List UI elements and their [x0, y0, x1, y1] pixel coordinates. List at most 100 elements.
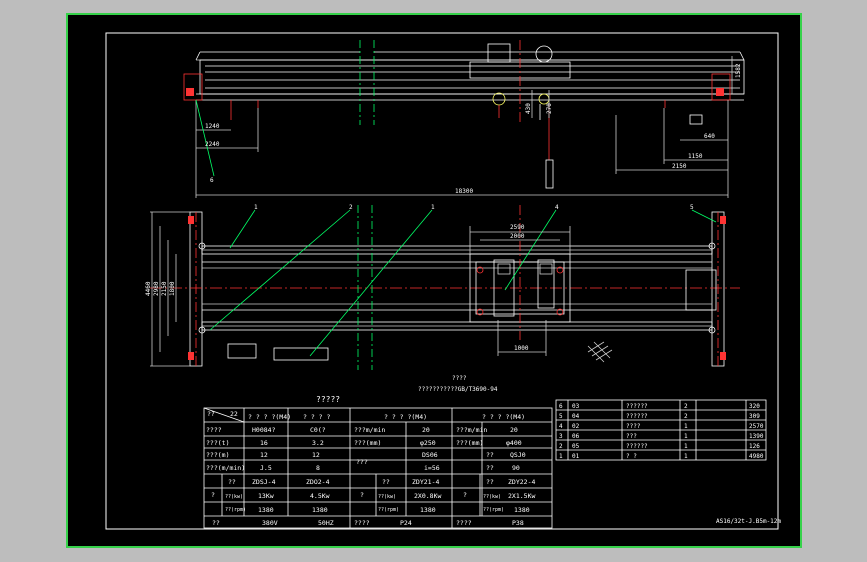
cell: 20 [510, 426, 518, 434]
cell: 1 [684, 453, 688, 460]
cell: P38 [512, 519, 524, 527]
cell: 1 [559, 453, 563, 460]
cell: ??? [626, 433, 637, 440]
cell: 20 [422, 426, 430, 434]
cell: 06 [572, 433, 580, 440]
cell: 50HZ [318, 519, 334, 527]
cell: 1 [684, 433, 688, 440]
cell: ???(t) [206, 439, 229, 447]
cell: ???m/min [354, 426, 385, 434]
cell: ???? [626, 423, 641, 430]
dim-2150: 2150 [672, 163, 687, 170]
cell: 380V [262, 519, 278, 527]
th-col-3: ? ? ? ? [303, 413, 330, 421]
cell: ??? [356, 458, 368, 466]
cell: ? [211, 491, 215, 499]
callout-1a: 1 [254, 204, 258, 211]
cell: ??(kw) [378, 494, 396, 500]
cell: ??(rpm) [378, 507, 399, 513]
dim-4460: 4460 [145, 281, 152, 296]
cell: 12 [312, 451, 320, 459]
cell: ???(mm) [456, 439, 483, 447]
cad-viewport: 1240 2240 18300 640 1150 2150 1582 430 2… [0, 0, 867, 562]
cell: ???? [456, 519, 472, 527]
dim-430: 430 [525, 103, 532, 114]
cell: C0(? [310, 426, 326, 434]
cell: 1 [684, 443, 688, 450]
cell: 6 [559, 403, 563, 410]
cell: 1390 [749, 433, 764, 440]
parts-list-text: 6 03 ?????? 2 320 5 04 ?????? 2 309 4 02… [559, 403, 764, 460]
cell: 03 [572, 403, 580, 410]
cell: ?? [212, 519, 220, 527]
cell: φ250 [420, 439, 436, 447]
cell: P24 [400, 519, 412, 527]
cell: 2 [684, 403, 688, 410]
cell: 2570 [749, 423, 764, 430]
cell: 16 [260, 439, 268, 447]
cell: ? ? [626, 453, 637, 460]
callout-6: 6 [210, 177, 214, 184]
cell: ???m/min [456, 426, 487, 434]
cell: J.5 [260, 464, 272, 472]
dim-1240: 1240 [205, 123, 220, 130]
cell: 5 [559, 413, 563, 420]
dim-1150: 1150 [688, 153, 703, 160]
cell: ???? [206, 426, 222, 434]
cell: ???(m/min) [206, 464, 245, 472]
dim-2240: 2240 [205, 141, 220, 148]
dim-1800: 1800 [169, 281, 176, 296]
dim-1000: 1000 [514, 345, 529, 352]
cell: 04 [572, 413, 580, 420]
subtitle-b: ???????????GB/T3690-94 [418, 386, 498, 393]
cell: 3.2 [312, 439, 324, 447]
cell: ? [360, 491, 364, 499]
cell: ???(mm) [354, 439, 381, 447]
cell: ?? [486, 464, 494, 472]
cell: ?????? [626, 413, 648, 420]
cell: φ400 [506, 439, 522, 447]
cell: 90 [512, 464, 520, 472]
elevation-view [183, 40, 745, 198]
th-col-2: ? ? ? ?(M4) [248, 413, 291, 421]
cell: 3 [559, 433, 563, 440]
th-col-1: ?? [207, 410, 215, 418]
cell: ??(rpm) [483, 507, 504, 513]
cell: ZDY21-4 [412, 478, 439, 486]
cell: ?? [486, 451, 494, 459]
cell: ???(m) [206, 451, 229, 459]
subtitle-a: ???? [452, 375, 467, 382]
cell: 2X0.8Kw [414, 492, 441, 500]
cell: 13Kw [258, 492, 274, 500]
cell: ??(kw) [483, 494, 501, 500]
cell: 1380 [514, 506, 530, 514]
plan-view [150, 205, 740, 370]
cell: DS06 [422, 451, 438, 459]
elevation-dimensions: 1240 2240 18300 640 1150 2150 1582 430 2… [205, 63, 742, 195]
cell: i=56 [424, 464, 440, 472]
cell: 12 [260, 451, 268, 459]
table-title: ????? [316, 395, 340, 404]
cell: ?? [228, 478, 236, 486]
cad-drawing: 1240 2240 18300 640 1150 2150 1582 430 2… [105, 32, 781, 530]
cell: 1380 [420, 506, 436, 514]
cell: ??(rpm) [225, 507, 246, 513]
cell: 2 [559, 443, 563, 450]
dim-2150: 2150 [161, 281, 168, 296]
cell: 309 [749, 413, 760, 420]
cell: 02 [572, 423, 580, 430]
cell: 05 [572, 443, 580, 450]
parts-list-grid [555, 399, 767, 461]
cell: ?????? [626, 443, 648, 450]
cell: ?? [382, 478, 390, 486]
cell: 126 [749, 443, 760, 450]
cell: ZDSJ-4 [252, 478, 276, 486]
th-col-5: ? ? ? ?(M4) [482, 413, 525, 421]
callout-1b: 1 [431, 204, 435, 211]
dim-1582: 1582 [735, 63, 742, 78]
th-col-4: ? ? ? ?(M4) [384, 413, 427, 421]
dim-270: 270 [546, 103, 553, 114]
cell: 320 [749, 403, 760, 410]
cell: ?????? [626, 403, 648, 410]
dim-2000: 2000 [510, 233, 525, 240]
